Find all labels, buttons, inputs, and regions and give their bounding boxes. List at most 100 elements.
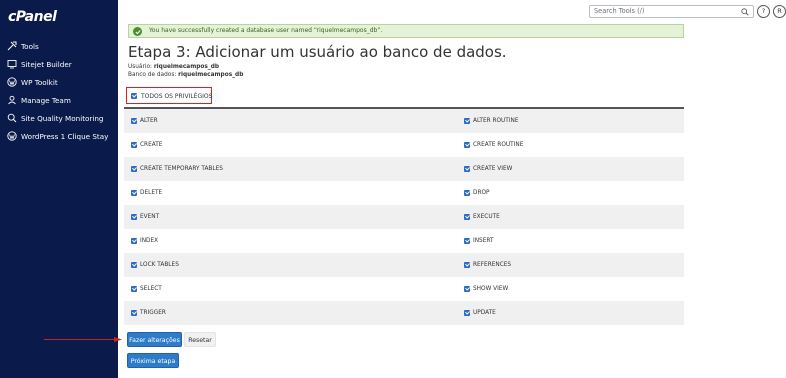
sidebar-item-label: Sitejet Builder <box>21 59 72 69</box>
sidebar-item-label: Manage Team <box>21 95 71 105</box>
privilege-label: UPDATE <box>473 310 496 316</box>
checkbox-checked-icon[interactable] <box>131 93 137 99</box>
checkbox-checked-icon[interactable] <box>464 190 470 196</box>
table-row: EVENT EXECUTE <box>124 205 684 229</box>
privilege-checkbox[interactable]: CREATE <box>131 142 162 148</box>
checkbox-checked-icon[interactable] <box>464 262 470 268</box>
privilege-label: LOCK TABLES <box>140 262 179 268</box>
privilege-checkbox[interactable]: LOCK TABLES <box>131 262 179 268</box>
checkbox-checked-icon[interactable] <box>464 238 470 244</box>
privilege-checkbox[interactable]: TRIGGER <box>131 310 166 316</box>
privileges-table: ALTER ALTER ROUTINE CREATE CREATE ROUTIN… <box>124 107 684 325</box>
sidebar-item-wordpress-clique[interactable]: WordPress 1 Clique Stay <box>0 128 118 144</box>
table-row: CREATE CREATE ROUTINE <box>124 133 684 157</box>
sidebar-item-sitejet[interactable]: Sitejet Builder <box>0 56 118 72</box>
privilege-label: DROP <box>473 190 490 196</box>
user-icon[interactable]: R <box>773 5 786 18</box>
privilege-label: EVENT <box>140 214 160 220</box>
checkbox-checked-icon[interactable] <box>131 166 137 172</box>
checkbox-checked-icon[interactable] <box>464 286 470 292</box>
page-title: Etapa 3: Adicionar um usuário ao banco d… <box>128 43 507 61</box>
all-privileges-label: TODOS OS PRIVILÉGIOS <box>141 92 213 100</box>
privilege-label: SHOW VIEW <box>473 286 509 292</box>
help-icon[interactable]: ? <box>757 5 770 18</box>
privilege-checkbox[interactable]: ALTER ROUTINE <box>464 118 519 124</box>
banner-message: You have successfully created a database… <box>149 27 383 34</box>
annotation-arrow-icon <box>44 337 122 342</box>
wordpress-icon <box>7 131 17 141</box>
privilege-label: REFERENCES <box>473 262 512 268</box>
privilege-label: SELECT <box>140 286 162 292</box>
sidebar: cPanel Tools Sitejet Builder WP Toolkit … <box>0 0 118 378</box>
site-quality-icon <box>7 113 17 123</box>
sidebar-item-wp-toolkit[interactable]: WP Toolkit <box>0 74 118 90</box>
privilege-checkbox[interactable]: CREATE ROUTINE <box>464 142 523 148</box>
table-row: ALTER ALTER ROUTINE <box>124 109 684 133</box>
make-changes-button[interactable]: Fazer alterações <box>127 332 182 347</box>
privilege-label: DELETE <box>140 190 163 196</box>
privilege-checkbox[interactable]: CREATE VIEW <box>464 166 512 172</box>
privilege-checkbox[interactable]: INSERT <box>464 238 494 244</box>
top-bar: Search Tools (/) ? R <box>118 0 786 20</box>
next-step-button[interactable]: Próxima etapa <box>127 353 179 368</box>
privilege-checkbox[interactable]: REFERENCES <box>464 262 511 268</box>
privilege-label: EXECUTE <box>473 214 500 220</box>
privilege-label: CREATE ROUTINE <box>473 142 524 148</box>
sidebar-item-label: WP Toolkit <box>21 77 58 87</box>
sidebar-item-site-quality[interactable]: Site Quality Monitoring <box>0 110 118 126</box>
database-label: Banco de dados: <box>128 72 177 78</box>
sidebar-item-label: Tools <box>21 41 39 51</box>
privilege-checkbox[interactable]: EXECUTE <box>464 214 500 220</box>
search-placeholder: Search Tools (/) <box>594 7 645 15</box>
checkbox-checked-icon[interactable] <box>464 118 470 124</box>
table-row: INDEX INSERT <box>124 229 684 253</box>
checkbox-checked-icon[interactable] <box>131 214 137 220</box>
sidebar-item-manage-team[interactable]: Manage Team <box>0 92 118 108</box>
table-row: LOCK TABLES REFERENCES <box>124 253 684 277</box>
checkbox-checked-icon[interactable] <box>131 310 137 316</box>
checkbox-checked-icon[interactable] <box>464 142 470 148</box>
sidebar-item-label: WordPress 1 Clique Stay <box>21 131 109 141</box>
search-input[interactable]: Search Tools (/) <box>589 5 754 18</box>
search-icon[interactable] <box>741 8 749 16</box>
check-circle-icon <box>133 27 142 36</box>
privilege-checkbox[interactable]: CREATE TEMPORARY TABLES <box>131 166 223 172</box>
sidebar-nav: Tools Sitejet Builder WP Toolkit Manage … <box>0 38 118 146</box>
sidebar-item-tools[interactable]: Tools <box>0 38 118 54</box>
privilege-label: ALTER <box>140 118 158 124</box>
privilege-label: CREATE TEMPORARY TABLES <box>140 166 223 172</box>
checkbox-checked-icon[interactable] <box>131 190 137 196</box>
privilege-checkbox[interactable]: UPDATE <box>464 310 496 316</box>
user-label: Usuário: <box>128 64 152 70</box>
table-row: DELETE DROP <box>124 181 684 205</box>
checkbox-checked-icon[interactable] <box>131 262 137 268</box>
privilege-label: TRIGGER <box>140 310 166 316</box>
sidebar-item-label: Site Quality Monitoring <box>21 113 104 123</box>
user-info: Usuário: riquelmecampos_db <box>128 64 219 70</box>
checkbox-checked-icon[interactable] <box>464 310 470 316</box>
checkbox-checked-icon[interactable] <box>131 238 137 244</box>
database-value: riquelmecampos_db <box>178 72 244 78</box>
table-row: SELECT SHOW VIEW <box>124 277 684 301</box>
checkbox-checked-icon[interactable] <box>131 142 137 148</box>
checkbox-checked-icon[interactable] <box>464 214 470 220</box>
privilege-checkbox[interactable]: DELETE <box>131 190 162 196</box>
team-icon <box>7 95 17 105</box>
privilege-label: CREATE VIEW <box>473 166 513 172</box>
privilege-checkbox[interactable]: EVENT <box>131 214 159 220</box>
privilege-label: INSERT <box>473 238 494 244</box>
tools-icon <box>7 41 17 51</box>
privilege-checkbox[interactable]: SHOW VIEW <box>464 286 508 292</box>
reset-button[interactable]: Resetar <box>184 332 216 347</box>
cpanel-logo[interactable]: cPanel <box>8 9 57 25</box>
privilege-checkbox[interactable]: DROP <box>464 190 490 196</box>
privilege-checkbox[interactable]: SELECT <box>131 286 162 292</box>
privilege-label: INDEX <box>140 238 159 244</box>
all-privileges-checkbox[interactable]: TODOS OS PRIVILÉGIOS <box>126 87 212 104</box>
checkbox-checked-icon[interactable] <box>131 286 137 292</box>
checkbox-checked-icon[interactable] <box>131 118 137 124</box>
privilege-checkbox[interactable]: INDEX <box>131 238 158 244</box>
checkbox-checked-icon[interactable] <box>464 166 470 172</box>
table-row: CREATE TEMPORARY TABLES CREATE VIEW <box>124 157 684 181</box>
privilege-checkbox[interactable]: ALTER <box>131 118 158 124</box>
